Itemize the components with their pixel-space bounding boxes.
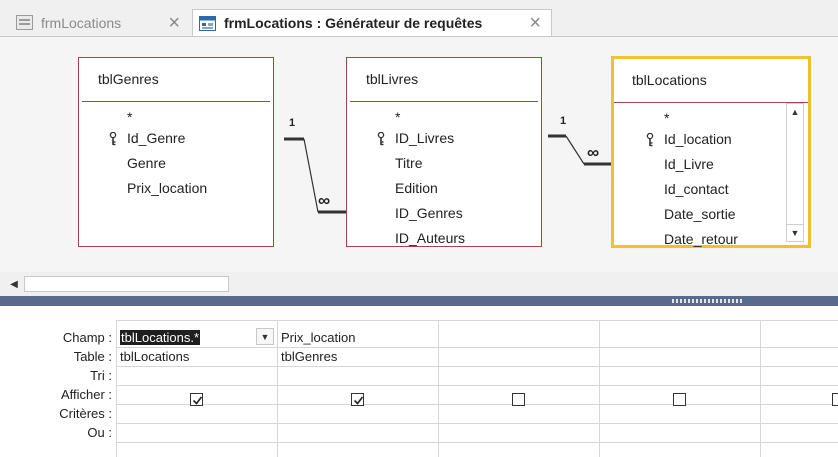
row-label-table: Table :	[73, 349, 112, 364]
show-checkbox-5[interactable]	[832, 393, 838, 406]
field-label: ID_Livres	[395, 130, 455, 146]
scrollbar-thumb[interactable]	[24, 276, 229, 292]
table-box-tblgenres[interactable]: tblGenres * Id_Genre Genre Prix_location	[78, 57, 274, 247]
table-title[interactable]: tblGenres	[82, 58, 270, 102]
field-all[interactable]: *	[614, 109, 808, 127]
query-icon	[199, 15, 216, 31]
document-tab-bar: frmLocations × frmLocations : Générateur…	[0, 0, 838, 37]
table-box-tbllivres[interactable]: tblLivres * ID_Livres Titre Edition ID_G…	[346, 57, 542, 247]
field-edition[interactable]: Edition	[347, 176, 541, 201]
grid-cell-table-2[interactable]: tblGenres	[281, 349, 337, 364]
field-label: Id_location	[664, 131, 732, 147]
primary-key-icon	[377, 132, 385, 146]
primary-key-icon	[109, 132, 117, 146]
tab-query-builder[interactable]: frmLocations : Générateur de requêtes ×	[192, 9, 552, 36]
row-label-afficher: Afficher :	[60, 387, 112, 402]
relation-many-label: ∞	[587, 143, 600, 162]
close-tab-icon[interactable]: ×	[529, 13, 541, 33]
field-all[interactable]: *	[79, 108, 273, 126]
tab-label: frmLocations : Générateur de requêtes	[224, 15, 483, 31]
field-prix-location[interactable]: Prix_location	[79, 176, 273, 201]
row-label-criteres: Critères :	[59, 406, 112, 421]
chevron-down-icon[interactable]: ▼	[256, 328, 274, 345]
close-tab-icon[interactable]: ×	[168, 13, 180, 33]
tab-label: frmLocations	[41, 14, 122, 31]
form-icon	[16, 15, 33, 30]
field-date-retour[interactable]: Date_retour	[614, 227, 808, 252]
field-genre[interactable]: Genre	[79, 151, 273, 176]
field-value[interactable]: tblLocations.*	[120, 330, 201, 345]
show-checkbox-2[interactable]	[351, 393, 364, 406]
tab-frmlocations[interactable]: frmLocations ×	[10, 9, 190, 36]
query-design-grid: Champ : Table : Tri : Afficher : Critère…	[0, 306, 838, 457]
row-label-tri: Tri :	[90, 368, 112, 383]
relation-one-label: 1	[560, 115, 567, 127]
grid-cell-table-1[interactable]: tblLocations	[120, 349, 189, 364]
table-field-scrollbar[interactable]: ▲ ▼	[786, 103, 804, 242]
field-titre[interactable]: Titre	[347, 151, 541, 176]
query-design-pane: 1 ∞ 1 ∞ tblGenres * Id_Genre Genre Prix_…	[0, 37, 838, 272]
field-date-sortie[interactable]: Date_sortie	[614, 202, 808, 227]
field-id-contact[interactable]: Id_contact	[614, 177, 808, 202]
relation-many-label: ∞	[318, 191, 331, 210]
scroll-left-arrow-icon[interactable]: ◀	[6, 276, 22, 292]
table-title[interactable]: tblLocations	[614, 59, 808, 103]
field-label: Id_Genre	[127, 130, 186, 146]
pane-splitter[interactable]	[0, 296, 838, 306]
field-id-livre[interactable]: Id_Livre	[614, 152, 808, 177]
field-id-location[interactable]: Id_location	[614, 127, 808, 152]
row-label-champ: Champ :	[62, 330, 112, 345]
row-label-ou: Ou :	[87, 425, 112, 440]
splitter-grip[interactable]	[672, 299, 742, 303]
field-id-auteurs[interactable]: ID_Auteurs	[347, 226, 541, 251]
field-id-livres[interactable]: ID_Livres	[347, 126, 541, 151]
show-checkbox-4[interactable]	[673, 393, 686, 406]
scroll-up-arrow-icon[interactable]: ▲	[787, 104, 803, 120]
field-id-genre[interactable]: Id_Genre	[79, 126, 273, 151]
grid-cell-champ-1[interactable]: tblLocations.*	[120, 330, 201, 345]
grid-cell-champ-2[interactable]: Prix_location	[281, 330, 355, 345]
checkmark-icon	[353, 396, 364, 405]
scroll-down-arrow-icon[interactable]: ▼	[787, 224, 803, 241]
show-checkbox-3[interactable]	[512, 393, 525, 406]
field-all[interactable]: *	[347, 108, 541, 126]
table-title[interactable]: tblLivres	[350, 58, 538, 102]
design-pane-horizontal-scrollbar[interactable]: ◀	[0, 272, 838, 296]
checkmark-icon	[192, 396, 203, 405]
field-id-genres[interactable]: ID_Genres	[347, 201, 541, 226]
relation-one-label: 1	[289, 117, 296, 129]
show-checkbox-1[interactable]	[190, 393, 203, 406]
primary-key-icon	[646, 133, 654, 147]
table-box-tbllocations[interactable]: tblLocations * Id_location Id_Livre Id_c…	[611, 56, 811, 248]
